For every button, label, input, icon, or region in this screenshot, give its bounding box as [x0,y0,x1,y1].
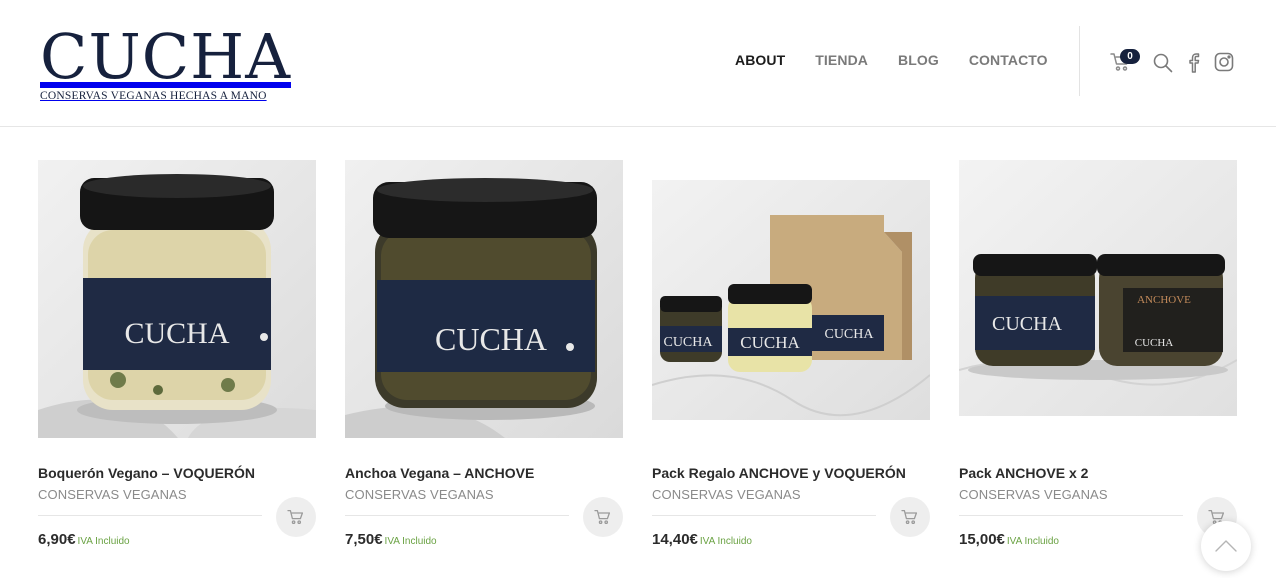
product-price-row: 15,00€ IVA Incluido [959,531,1059,548]
header-divider [1079,26,1080,96]
product-divider [38,515,262,516]
facebook-icon[interactable] [1188,53,1200,78]
product-title[interactable]: Anchoa Vegana – ANCHOVE [345,465,534,481]
cart-count-badge: 0 [1120,49,1140,64]
jar-label-text: CUCHA [663,335,713,350]
product-category[interactable]: CONSERVAS VEGANAS [38,487,187,502]
nav-item-blog[interactable]: BLOG [898,52,939,68]
brand-name: CUCHA [40,20,291,93]
product-divider [652,515,876,516]
product-price: 7,50€ [345,531,383,548]
product-card: CUCHA ANCHOVE CUCHA Pack ANCHOVE x 2 CON… [959,160,1237,548]
product-category[interactable]: CONSERVAS VEGANAS [959,487,1108,502]
search-icon[interactable] [1153,53,1173,78]
product-price-row: 6,90€ IVA Incluido [38,531,130,548]
jar-label-text: CUCHA [1135,337,1174,349]
jar-label-text-2: ANCHOVE [1137,294,1191,306]
cart-icon[interactable]: 0 [1110,49,1140,77]
product-title[interactable]: Pack Regalo ANCHOVE y VOQUERÓN [652,465,906,481]
product-image[interactable]: CUCHA ANCHOVE CUCHA [959,160,1237,438]
product-price: 6,90€ [38,531,76,548]
product-price-row: 7,50€ IVA Incluido [345,531,437,548]
product-tax-note: IVA Incluido [699,536,752,547]
nav-item-contacto[interactable]: CONTACTO [969,52,1048,68]
product-card: CUCHA Boquerón Vegano – VOQUERÓN CONSERV… [38,160,316,548]
cart-icon [287,509,304,525]
cart-icon [594,509,611,525]
jar-label-text: CUCHA [992,313,1063,335]
jar-label-text: CUCHA [435,321,547,357]
product-category[interactable]: CONSERVAS VEGANAS [652,487,801,502]
add-to-cart-button[interactable] [890,497,930,537]
product-category[interactable]: CONSERVAS VEGANAS [345,487,494,502]
instagram-icon[interactable] [1214,52,1234,77]
product-tax-note: IVA Incluido [77,536,130,547]
add-to-cart-button[interactable] [276,497,316,537]
product-price: 14,40€ [652,531,698,548]
product-image[interactable]: CUCHA [38,160,316,438]
jar-label-text: CUCHA [740,333,800,352]
brand-logo[interactable]: CUCHA CONSERVAS VEGANAS HECHAS A MANO [40,20,291,103]
product-title[interactable]: Pack ANCHOVE x 2 [959,465,1088,481]
chevron-up-icon [1215,540,1237,552]
product-tax-note: IVA Incluido [384,536,437,547]
product-price-row: 14,40€ IVA Incluido [652,531,752,548]
nav-item-tienda[interactable]: TIENDA [815,52,868,68]
box-label-text: CUCHA [824,327,874,342]
nav-item-about[interactable]: ABOUT [735,52,785,68]
product-title[interactable]: Boquerón Vegano – VOQUERÓN [38,465,255,481]
product-price: 15,00€ [959,531,1005,548]
add-to-cart-button[interactable] [583,497,623,537]
cart-icon [901,509,918,525]
product-divider [959,515,1183,516]
scroll-to-top-button[interactable] [1201,521,1251,571]
jar-label-text: CUCHA [124,317,229,350]
main-nav: ABOUT TIENDA BLOG CONTACTO [735,52,1048,68]
product-card: CUCHA Anchoa Vegana – ANCHOVE CONSERVAS … [345,160,623,548]
product-divider [345,515,569,516]
site-header: CUCHA CONSERVAS VEGANAS HECHAS A MANO AB… [0,0,1276,127]
product-image[interactable]: CUCHA [345,160,623,438]
product-image[interactable]: CUCHA CUCHA CUCHA [652,160,930,438]
product-card: CUCHA CUCHA CUCHA Pack Regalo ANCHOVE y … [652,160,930,548]
product-tax-note: IVA Incluido [1006,536,1059,547]
